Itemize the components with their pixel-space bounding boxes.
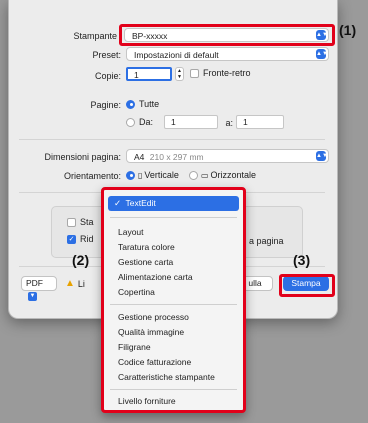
menu-item-job-handling[interactable]: Gestione processo [118, 312, 189, 322]
landscape-icon: ▭ [200, 170, 209, 180]
pages-all-label: Tutte [139, 99, 160, 109]
menu-item-supply-levels[interactable]: Livello forniture [118, 396, 176, 406]
pages-all-radio[interactable] [126, 99, 135, 109]
chevron-updown-icon: ▲▼ [316, 151, 328, 161]
warning-icon: ▲ [65, 278, 75, 289]
duplex-checkbox[interactable] [190, 68, 199, 78]
callout-3: (3) [293, 252, 311, 268]
option2-checkbox[interactable]: ✓ [67, 234, 76, 244]
menu-item-cover[interactable]: Copertina [118, 287, 155, 297]
copies-stepper[interactable]: ▲ ▼ [175, 67, 184, 81]
warning-text: Li [77, 278, 85, 289]
menu-selected-label: TextEdit [125, 198, 156, 208]
pdf-button[interactable]: PDF ▼ [21, 276, 57, 302]
copies-input[interactable]: 1 [126, 67, 172, 81]
preset-value: Impostazioni di default [134, 50, 219, 60]
chevron-updown-icon: ▲▼ [316, 49, 328, 59]
option2-label: Rid [80, 234, 94, 244]
option1-checkbox[interactable] [67, 217, 76, 227]
menu-item-watermarks[interactable]: Filigrane [118, 342, 151, 352]
pages-label: Pagine: [90, 100, 121, 110]
portrait-icon: ▯ [138, 170, 143, 180]
printer-highlight [119, 24, 335, 46]
pages-from-label: Da: [139, 117, 154, 127]
menu-item-color-calibration[interactable]: Taratura colore [118, 242, 175, 252]
menu-item-billing-code[interactable]: Codice fatturazione [118, 357, 191, 367]
pages-to-label: a: [225, 118, 233, 128]
option2-right-text: a pagina [249, 236, 284, 246]
portrait-radio[interactable] [126, 170, 135, 180]
pages-to-input[interactable]: 1 [236, 115, 284, 129]
cancel-label: ulla [248, 278, 262, 288]
check-icon: ✓ [114, 198, 122, 208]
callout-1: (1) [339, 22, 357, 38]
pages-range-radio[interactable] [126, 117, 135, 127]
landscape-radio[interactable] [188, 170, 198, 180]
landscape-label: Orizzontale [210, 170, 257, 180]
paper-size-popup[interactable]: A4 210 x 297 mm ▲▼ [126, 149, 329, 163]
menu-item-layout[interactable]: Layout [118, 227, 144, 237]
paper-size-value: A4 [134, 152, 145, 162]
option1-label: Sta [80, 217, 94, 227]
orientation-label: Orientamento: [63, 171, 121, 181]
paper-size-dims: 210 x 297 mm [149, 152, 204, 162]
menu-item-paper-feed[interactable]: Alimentazione carta [118, 272, 193, 282]
printer-label: Stampante [73, 31, 117, 41]
menu-item-image-quality[interactable]: Qualità immagine [118, 327, 184, 337]
print-button-highlight [279, 274, 335, 297]
copies-label: Copie: [94, 71, 121, 81]
preset-popup[interactable]: Impostazioni di default ▲▼ [126, 47, 329, 61]
pdf-label: PDF [26, 278, 43, 288]
menu-item-paper-handling[interactable]: Gestione carta [118, 257, 173, 267]
duplex-label: Fronte-retro [203, 68, 251, 78]
callout-2: (2) [72, 252, 90, 268]
menu-selected-item[interactable]: ✓ TextEdit [108, 196, 239, 211]
paper-size-label: Dimensioni pagina: [44, 152, 121, 162]
preset-label: Preset: [92, 50, 121, 60]
panel-menu[interactable]: ✓ TextEdit Layout Taratura colore Gestio… [101, 187, 246, 413]
portrait-label: Verticale [144, 170, 179, 180]
menu-item-printer-features[interactable]: Caratteristiche stampante [118, 372, 215, 382]
chevron-down-icon: ▼ [28, 292, 37, 302]
